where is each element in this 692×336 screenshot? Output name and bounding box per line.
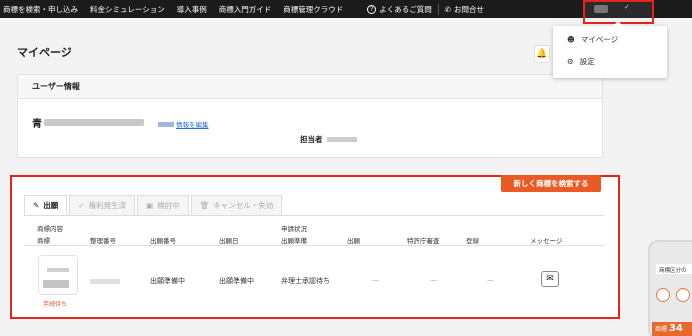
tab-cancelled[interactable]: 🗑 キャンセル・失効 [190,195,283,215]
representative-label: 担当者 [300,135,323,144]
person-icon: ☻ [567,35,575,44]
check-icon: ✓ [78,201,85,210]
redacted-reference-number [90,279,120,284]
column-application-number: 出願番号 [150,237,176,245]
contact-label: お問合せ [454,4,484,14]
tab-rights-granted[interactable]: ✓ 権利発生済 [69,195,136,215]
cell-application-number: 出願準備中 [150,277,185,285]
phone-icon: ✆ [444,4,451,14]
case-tabs: ✎ 出願 ✓ 権利発生済 ▣ 検討中 🗑 キャンセル・失効 [24,195,283,215]
menu-item-settings[interactable]: ⚙ 設定 [567,56,595,67]
column-trademark: 商標 [37,237,50,245]
gear-icon: ⚙ [567,57,574,66]
mail-icon: ✉ [546,274,554,284]
column-reference-number: 整理番号 [90,237,116,245]
dropdown-caret [613,21,623,26]
nav-trademark-cloud[interactable]: 商標管理クラウド [277,4,349,15]
tab-cancelled-label: キャンセル・失効 [213,201,274,210]
redacted-representative [326,137,357,142]
side-ad-header: 商標区分の [656,264,692,274]
contact-link[interactable]: ✆ お問合せ [437,3,490,15]
ad-icon-2 [676,288,690,302]
edit-info-link[interactable]: 情報を編集 [158,119,209,129]
ad-icon-1 [656,288,670,302]
avatar [594,5,608,13]
redacted-link-prefix [158,121,174,127]
account-menu-toggle[interactable]: ✓ [584,0,654,18]
notification-bell-icon[interactable]: 🔔 [534,45,550,63]
nav-case-studies[interactable]: 導入事例 [171,4,213,15]
tab-filing-label: 出願 [43,201,59,210]
header-group-status: 申請状況 [281,225,307,233]
message-button[interactable]: ✉ [541,271,559,287]
faq-link[interactable]: ? よくあるご質問 [367,4,432,15]
top-navigation: 商標を検索・申し込み 料金シミュレーション 導入事例 商標入門ガイド 商標管理ク… [0,0,692,18]
status-badge: 手続待ち [43,301,68,308]
page-title: マイページ [17,46,72,59]
trademark-thumbnail[interactable] [38,255,78,295]
representative: 担当者 [300,134,357,145]
user-name: 青 [32,115,144,130]
side-ad-phone[interactable]: 商標区分の 商標 34 [648,240,692,336]
menu-item-mypage[interactable]: ☻ マイページ [567,34,618,45]
side-ad-price-value: 34 [668,323,683,334]
trash-icon: 🗑 [199,201,210,210]
nav-price-simulation[interactable]: 料金シミュレーション [84,4,171,15]
cell-application-date: 出願準備中 [219,277,254,285]
tab-rights-granted-label: 権利発生済 [88,201,127,210]
side-ad-price: 商標 34 [652,322,692,336]
chevron-down-icon: ✓ [624,3,630,11]
column-filing: 出願 [347,237,360,245]
user-name-prefix: 青 [32,119,42,130]
user-info-heading: ユーザー情報 [18,75,602,99]
menu-item-mypage-label: マイページ [580,35,619,44]
user-info-card: ユーザー情報 青 情報を編集 担当者 [17,74,603,158]
column-registration: 登録 [466,237,479,245]
pencil-icon: ✎ [33,201,40,210]
column-prep: 出願準備 [281,237,307,245]
edit-info-label: 情報を編集 [176,121,209,129]
menu-item-settings-label: 設定 [579,57,595,66]
tab-divider [24,215,604,216]
side-ad-price-prefix: 商標 [655,326,668,333]
cell-examination: — [430,276,437,284]
tab-under-review-label: 検討中 [157,201,180,210]
column-examination: 特許庁審査 [407,237,440,245]
save-icon: ▣ [146,201,154,210]
header-divider [24,245,604,246]
tab-filing[interactable]: ✎ 出願 [24,195,68,215]
question-icon: ? [367,4,377,14]
redacted-thumb-line [47,268,69,272]
cell-prep-status: 弁理士承認待ち [281,277,330,285]
header-group-content: 商標内容 [37,225,63,233]
redacted-thumb-block [43,280,69,288]
cell-registration: — [487,276,494,284]
cell-filing: — [372,276,379,284]
new-trademark-search-button[interactable]: 新しく商標を検索する [501,175,601,192]
nav-trademark-guide[interactable]: 商標入門ガイド [213,4,278,15]
column-message: メッセージ [530,237,563,245]
redacted-name [44,119,144,126]
nav-search-apply[interactable]: 商標を検索・申し込み [0,4,84,15]
tab-under-review[interactable]: ▣ 検討中 [137,195,189,215]
account-dropdown: ☻ マイページ ⚙ 設定 [553,21,667,78]
faq-label: よくあるご質問 [379,4,432,14]
column-application-date: 出願日 [219,237,239,245]
